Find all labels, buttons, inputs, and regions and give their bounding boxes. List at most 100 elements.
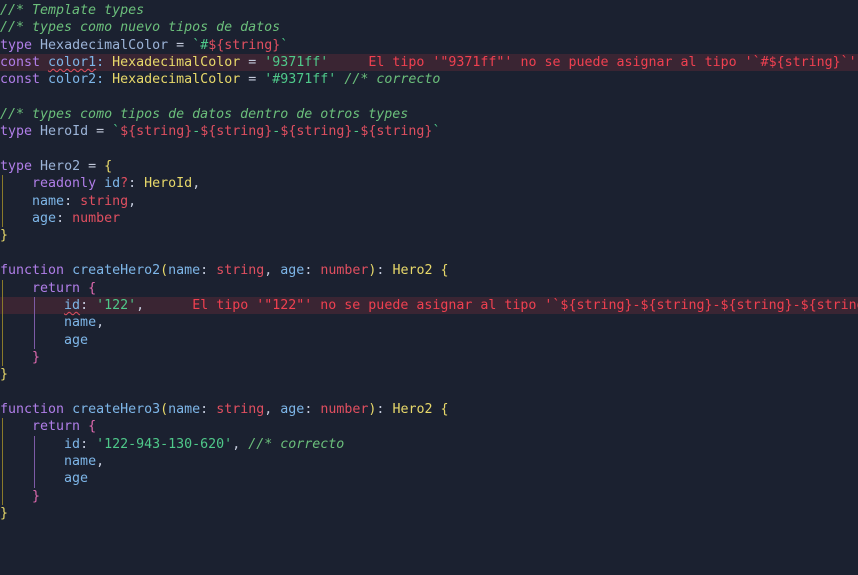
code-line[interactable]: age: number [0,210,858,228]
template-placeholder: ${string} [200,124,273,140]
code-line[interactable]: function createHero3(name: string, age: … [0,401,858,418]
keyword-type: type [0,37,33,53]
comment-text: //* Template types [0,3,145,18]
code-line[interactable]: age [0,470,858,488]
param-type: number [320,263,369,279]
code-line[interactable]: } [0,487,858,505]
code-line[interactable]: name: string, [0,192,858,211]
backtick-close: ` [432,124,441,140]
variable-name: color1 [48,55,97,71]
function-name: createHero2 [72,263,161,279]
template-placeholder: ${string} [120,124,193,140]
blank-line[interactable] [0,245,858,262]
indent-guide [2,452,3,471]
code-line[interactable]: const color2: HexadecimalColor = '#9371f… [0,71,858,88]
keyword-function: function [0,401,65,417]
code-line[interactable]: function createHero2(name: string, age: … [0,262,858,279]
template-placeholder: ${string} [208,37,281,53]
colon: : [96,72,105,88]
paren-open: ( [160,263,169,279]
colon: : [64,193,73,209]
property-name: name [64,453,97,469]
code-line[interactable]: type HeroId = `${string}-${string}-${str… [0,123,858,140]
indent-guide [34,314,35,332]
blank-line[interactable] [0,384,858,401]
indent-guide [2,487,3,505]
keyword-function: function [0,263,65,279]
indent-guide [2,470,3,488]
equals: = [88,159,97,175]
code-line[interactable]: type Hero2 = { [0,158,858,175]
code-line[interactable]: } [0,366,858,383]
code-line[interactable]: //* types como tipos de datos dentro de … [0,106,858,123]
code-line[interactable]: name, [0,314,858,332]
code-line[interactable]: //* types como nuevo tipos de datos [0,19,858,36]
backtick-open: ` [112,124,121,140]
function-name: createHero3 [72,401,161,417]
code-line-error[interactable]: const color1: HexadecimalColor = '9371ff… [0,54,858,72]
blank-line[interactable] [0,141,858,158]
indent-guide [2,314,3,332]
code-line[interactable]: type HexadecimalColor = `#${string}` [0,37,858,54]
colon: : [96,55,105,71]
code-line[interactable]: //* Template types [0,2,858,19]
backtick-close: ` [280,37,289,53]
code-line[interactable]: } [0,348,858,367]
equals: = [176,37,185,53]
keyword-return: return [32,280,81,296]
property-name: id [104,176,121,192]
brace-open: { [440,263,449,279]
type-annotation: HeroId [144,176,193,192]
blank-line[interactable] [0,89,858,106]
comma: , [96,453,105,469]
type-annotation: HexadecimalColor [112,55,241,71]
param-type: number [320,401,369,417]
colon: : [128,176,137,192]
code-line[interactable]: id: '122-943-130-620', //* correcto [0,435,858,453]
return-type: Hero2 [392,263,433,279]
colon: : [56,211,65,227]
code-line[interactable]: return { [0,418,858,436]
indent-guide [2,296,3,315]
param-name: age [280,263,305,279]
comma: , [128,193,137,209]
property-name: age [64,332,89,348]
code-line[interactable]: name, [0,452,858,471]
param-name: name [168,263,201,279]
code-line[interactable]: age [0,331,858,349]
brace-close: } [0,228,9,244]
code-line[interactable]: } [0,505,858,522]
template-placeholder: ${string} [360,124,433,140]
code-line[interactable]: } [0,227,858,244]
code-editor[interactable]: //* Template types //* types como nuevo … [0,0,858,575]
code-line[interactable]: return { [0,279,858,297]
indent-guide [2,348,3,367]
type-annotation: string [80,193,129,209]
string-literal: '122-943-130-620' [96,436,233,452]
string-literal: '122' [96,297,137,313]
code-line-error[interactable]: id: '122', El tipo '"122"' no se puede a… [0,296,858,315]
indent-guide [34,452,35,471]
code-line[interactable]: readonly id?: HeroId, [0,175,858,193]
param-name: age [280,401,305,417]
indent-guide [2,192,3,211]
optional-marker: ? [120,176,129,192]
return-type: Hero2 [392,401,433,417]
backtick-open: ` [192,37,201,53]
